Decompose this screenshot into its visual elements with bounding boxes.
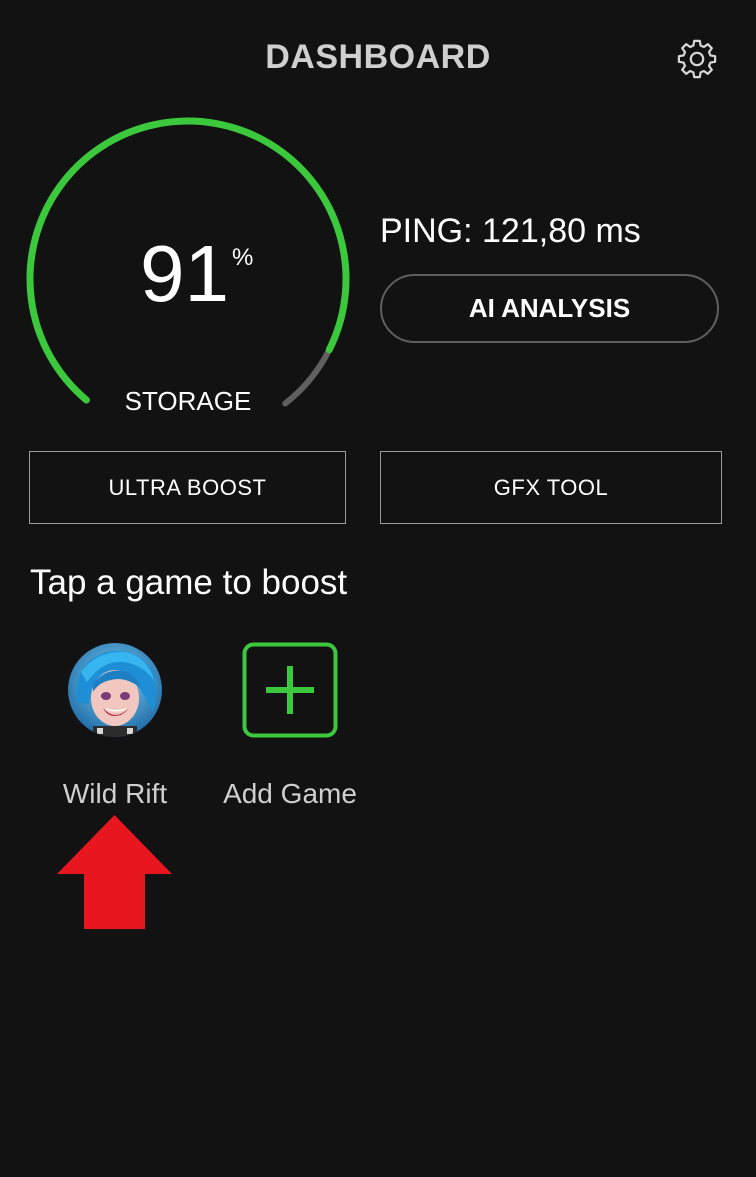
add-game-item[interactable]: Add Game [210,642,370,810]
ping-readout: PING: 121,80 ms [380,212,641,250]
games-heading: Tap a game to boost [30,563,348,602]
game-label-wild-rift: Wild Rift [62,778,168,809]
storage-percent-unit: % [232,244,254,271]
page-title: DASHBOARD [265,38,491,76]
storage-percent-value: 91 [140,229,229,318]
game-item-wild-rift[interactable]: Wild Rift [55,642,175,810]
game-avatar-icon[interactable] [67,642,163,738]
plus-icon [266,666,314,714]
add-game-button[interactable] [242,642,338,738]
ai-analysis-button[interactable]: AI ANALYSIS [380,274,719,343]
arrow-up-icon [57,815,172,929]
storage-label: STORAGE [124,386,252,416]
ultra-boost-button[interactable]: ULTRA BOOST [29,451,346,524]
game-label-add-game: Add Game [223,778,357,809]
gfx-tool-button[interactable]: GFX TOOL [380,451,722,524]
gear-icon[interactable] [677,39,717,79]
